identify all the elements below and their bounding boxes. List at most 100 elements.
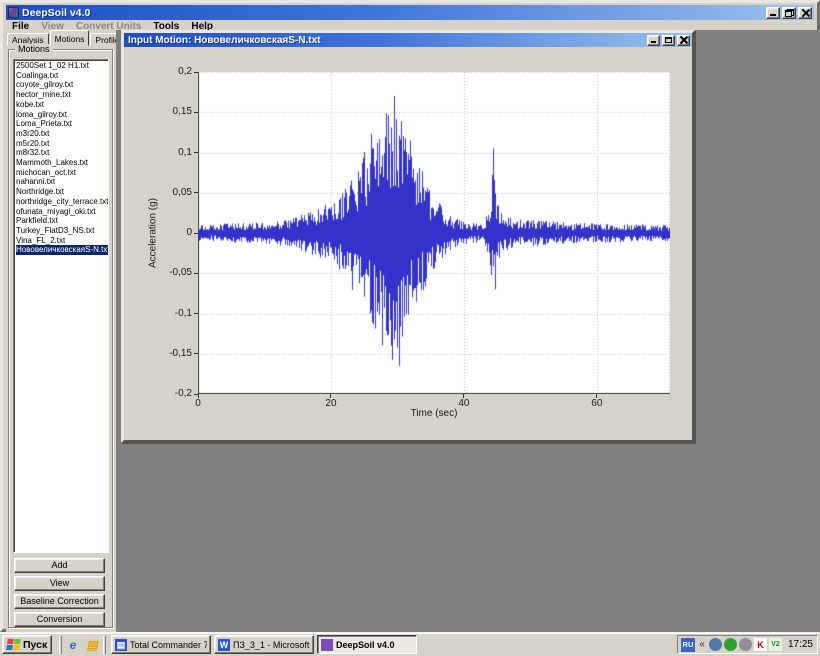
window-title: DeepSoil v4.0: [22, 7, 764, 19]
taskbar-grip[interactable]: [103, 636, 106, 654]
system-tray: RU « KV2 17:25: [677, 635, 818, 654]
list-item[interactable]: loma_gilroy.txt: [16, 110, 108, 120]
y-tick-label: 0: [148, 227, 192, 238]
list-item[interactable]: Turkey_FlatD3_NS.txt: [16, 226, 108, 236]
y-tick-label: 0,05: [148, 187, 192, 198]
task-label: DeepSoil v4.0: [336, 640, 395, 650]
y-tick-mark: [194, 313, 198, 314]
x-tick-label: 20: [316, 398, 346, 409]
list-item[interactable]: 2500Set 1_02 H1.txt: [16, 61, 108, 71]
y-tick-mark: [194, 72, 198, 73]
add-button[interactable]: Add: [14, 558, 105, 573]
tray-icon-green-ball[interactable]: [724, 638, 737, 651]
x-tick-label: 0: [183, 398, 213, 409]
child-minimize-button[interactable]: [647, 35, 660, 46]
deepsoil-app-icon: [8, 7, 19, 18]
list-item[interactable]: Loma_Prieta.txt: [16, 119, 108, 129]
list-item[interactable]: Coalinga.txt: [16, 71, 108, 81]
tray-icons: KV2: [709, 638, 782, 651]
view-button[interactable]: View: [14, 576, 105, 591]
list-item[interactable]: m3r20.txt: [16, 129, 108, 139]
input-motion-titlebar[interactable]: Input Motion: НововеличковскаяS-N.txt: [124, 33, 692, 47]
restore-icon: [785, 9, 794, 17]
list-item[interactable]: nahanni.txt: [16, 177, 108, 187]
tray-icon-kaspersky[interactable]: K: [754, 638, 767, 651]
y-tick-label: -0,05: [148, 267, 192, 278]
main-titlebar: DeepSoil v4.0: [6, 5, 814, 20]
left-panel: AnalysisMotionsProfiles Motions 2500Set …: [6, 30, 116, 632]
list-item[interactable]: northridge_city_terrace.txt: [16, 197, 108, 207]
taskbar-task-deepsoil-v4-0[interactable]: DeepSoil v4.0: [317, 635, 417, 654]
chart-area: Acceleration (g) Time (sec) 0,20,150,10,…: [124, 47, 692, 440]
quick-launch-bar: e▤: [65, 637, 100, 653]
child-close-button[interactable]: [677, 35, 690, 46]
x-tick-mark: [596, 394, 597, 398]
child-maximize-button[interactable]: [662, 35, 675, 46]
minimize-icon: [770, 14, 776, 16]
start-button[interactable]: Пуск: [2, 635, 52, 654]
y-tick-mark: [194, 273, 198, 274]
y-tick-mark: [194, 233, 198, 234]
list-item[interactable]: ofunata_miyagi_oki.txt: [16, 207, 108, 217]
list-item[interactable]: НововеличковскаяS-N.txt: [16, 245, 108, 255]
y-tick-label: 0,15: [148, 106, 192, 117]
close-icon: [801, 9, 809, 17]
list-item[interactable]: michocan_oct.txt: [16, 168, 108, 178]
list-item[interactable]: coyote_gilroy.txt: [16, 80, 108, 90]
motions-buttons: Add View Baseline Correction Conversion: [14, 558, 105, 630]
list-item[interactable]: Mammoth_Lakes.txt: [16, 158, 108, 168]
language-indicator[interactable]: RU: [681, 638, 695, 652]
tray-icon-globe[interactable]: [709, 638, 722, 651]
x-tick-mark: [330, 394, 331, 398]
task-icon: W: [218, 639, 230, 651]
list-item[interactable]: m5r20.txt: [16, 139, 108, 149]
input-motion-title: Input Motion: НововеличковскаяS-N.txt: [126, 35, 645, 46]
tray-chevron-icon[interactable]: «: [698, 639, 706, 650]
flag-quad: [13, 645, 20, 650]
motions-file-list[interactable]: 2500Set 1_02 H1.txtCoalinga.txtcoyote_gi…: [13, 59, 109, 553]
minimize-button[interactable]: [766, 7, 780, 19]
tray-icon-v2[interactable]: V2: [769, 638, 782, 651]
tray-icon-clock[interactable]: [739, 638, 752, 651]
x-tick-label: 40: [449, 398, 479, 409]
restore-button[interactable]: [782, 7, 796, 19]
y-tick-label: -0,1: [148, 308, 192, 319]
motions-group-label: Motions: [15, 44, 53, 54]
task-icon: ▤: [115, 639, 127, 651]
taskbar-task-пз-3-1-microsoft-word[interactable]: WПЗ_3_1 - Microsoft Word: [214, 635, 314, 654]
taskbar: Пуск e▤ ▤Total Commander 7.50 - ...WПЗ_3…: [0, 632, 820, 656]
x-tick-mark: [198, 394, 199, 398]
x-axis-label: Time (sec): [198, 408, 670, 419]
tab-motions[interactable]: Motions: [50, 30, 90, 46]
input-motion-window: Input Motion: НововеличковскаяS-N.txt Ac…: [121, 30, 695, 443]
browser-icon[interactable]: e: [65, 637, 81, 653]
plot-area: [198, 72, 670, 394]
maximize-icon: [665, 37, 672, 43]
total-commander-quick-icon[interactable]: ▤: [84, 637, 100, 653]
list-item[interactable]: Parkfield.txt: [16, 216, 108, 226]
y-tick-label: 0,2: [148, 66, 192, 77]
windows-flag-icon: [6, 639, 21, 650]
tray-clock: 17:25: [785, 639, 813, 650]
start-label: Пуск: [23, 639, 47, 651]
y-tick-label: -0,15: [148, 348, 192, 359]
close-icon: [680, 36, 688, 44]
y-tick-mark: [194, 353, 198, 354]
list-item[interactable]: m8r32.txt: [16, 148, 108, 158]
list-item[interactable]: Northridge.txt: [16, 187, 108, 197]
close-button[interactable]: [798, 7, 812, 19]
baseline-correction-button[interactable]: Baseline Correction: [14, 594, 105, 609]
taskbar-task-total-commander-7-50[interactable]: ▤Total Commander 7.50 - ...: [111, 635, 211, 654]
task-icon: [321, 639, 333, 651]
list-item[interactable]: Vina_FL_2.txt: [16, 236, 108, 246]
taskbar-grip[interactable]: [59, 636, 62, 654]
y-tick-mark: [194, 152, 198, 153]
conversion-button[interactable]: Conversion: [14, 612, 105, 627]
flag-quad: [6, 645, 13, 650]
task-label: ПЗ_3_1 - Microsoft Word: [233, 640, 310, 650]
list-item[interactable]: hector_mine.txt: [16, 90, 108, 100]
acceleration-waveform: [198, 72, 670, 394]
list-item[interactable]: kobe.txt: [16, 100, 108, 110]
task-label: Total Commander 7.50 - ...: [130, 640, 207, 650]
x-tick-label: 60: [582, 398, 612, 409]
